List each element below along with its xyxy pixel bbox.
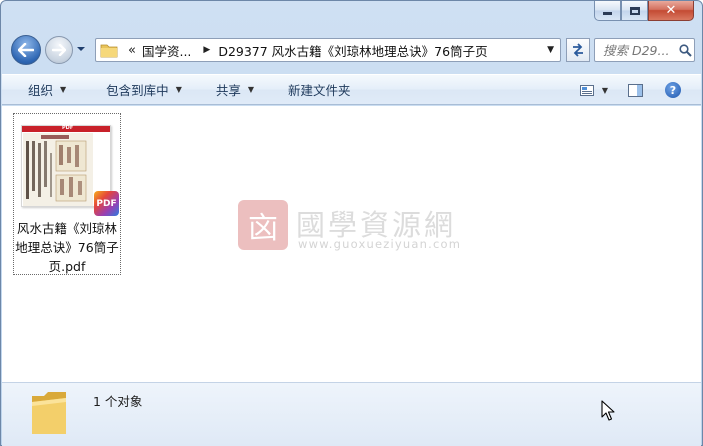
minimize-icon [603, 12, 612, 15]
back-button[interactable] [11, 35, 41, 65]
chevron-down-icon: ▼ [175, 85, 182, 94]
refresh-icon [573, 43, 583, 57]
file-name[interactable]: 风水古籍《刘琼林地理总诀》76筒子页.pdf [14, 219, 120, 276]
share-label: 共享 [215, 83, 241, 98]
arrow-left-icon [18, 43, 34, 57]
include-in-library-menu[interactable]: 包含到库中 ▼ [106, 80, 182, 99]
preview-pane-icon[interactable] [628, 83, 643, 97]
forward-button[interactable] [45, 36, 73, 64]
share-menu[interactable]: 共享 ▼ [216, 80, 254, 99]
pdf-badge-icon: PDF [94, 191, 119, 216]
toolbar-right: ▼ ? [579, 75, 701, 105]
folder-icon [32, 392, 66, 434]
watermark-seal-glyph: 㐫 [248, 211, 278, 246]
new-folder-label: 新建文件夹 [288, 83, 351, 98]
search-box[interactable] [594, 38, 695, 62]
breadcrumb-parent[interactable]: 国学资... [142, 41, 191, 60]
address-bar[interactable]: « 国学资... ▶ D29377 风水古籍《刘琼林地理总诀》76筒子页 ▼ [95, 38, 561, 62]
details-pane: 1 个对象 [2, 382, 701, 446]
close-icon: ✕ [665, 3, 677, 18]
explorer-window: ✕ « 国学资... ▶ D29377 风水古籍《刘琼林地理总诀》76筒子页 ▼ [0, 0, 703, 446]
breadcrumb-overflow[interactable]: « [128, 43, 136, 58]
folder-icon [100, 44, 118, 58]
navigation-bar: « 国学资... ▶ D29377 风水古籍《刘琼林地理总诀》76筒子页 ▼ [9, 33, 697, 67]
address-dropdown-icon[interactable]: ▼ [547, 45, 554, 55]
view-icon [579, 84, 594, 96]
thumbnail-header: PDF [22, 125, 110, 132]
search-input[interactable] [603, 42, 677, 58]
chevron-down-icon: ▼ [60, 85, 67, 94]
thumbnail-header-label: PDF [62, 125, 74, 131]
breadcrumb-current[interactable]: D29377 风水古籍《刘琼林地理总诀》76筒子页 [218, 41, 487, 60]
new-folder-button[interactable]: 新建文件夹 [288, 80, 351, 99]
recent-pages-dropdown[interactable] [76, 44, 86, 54]
search-icon[interactable] [679, 43, 692, 57]
item-count: 1 个对象 [93, 394, 143, 409]
refresh-button[interactable] [566, 38, 590, 62]
watermark: 㐫 國學資源網 www.guoxueziyuan.com [238, 194, 478, 256]
document-page-preview [23, 133, 93, 206]
mouse-cursor-icon [601, 400, 615, 421]
chevron-down-icon: ▼ [247, 85, 255, 94]
change-view-button[interactable]: ▼ [579, 84, 608, 96]
maximize-button[interactable] [621, 1, 648, 21]
help-button[interactable]: ? [665, 82, 681, 98]
organize-menu[interactable]: 组织 ▼ [28, 80, 66, 99]
arrow-right-icon [52, 44, 66, 56]
organize-label: 组织 [28, 83, 54, 98]
caption-buttons: ✕ [594, 1, 694, 23]
file-item[interactable]: PDF PDF 风水古籍《刘琼林地理总诀》76筒子页.pdf [13, 113, 121, 275]
include-in-library-label: 包含到库中 [106, 83, 169, 98]
maximize-icon [629, 6, 640, 15]
command-toolbar: 组织 ▼ 包含到库中 ▼ 共享 ▼ 新建文件夹 ▼ ? [2, 74, 701, 105]
pdf-badge-label: PDF [96, 198, 117, 209]
watermark-url: www.guoxueziyuan.com [298, 237, 462, 251]
chevron-down-icon: ▼ [601, 85, 608, 95]
help-icon: ? [669, 83, 677, 97]
file-list-area[interactable]: PDF PDF 风水古籍《刘琼林地理总诀》76筒子页.pdf 㐫 國學資源網 w… [2, 106, 701, 382]
watermark-seal-logo: 㐫 [238, 200, 288, 250]
breadcrumb-separator-icon[interactable]: ▶ [203, 45, 210, 55]
close-button[interactable]: ✕ [648, 1, 694, 21]
minimize-button[interactable] [594, 1, 621, 21]
